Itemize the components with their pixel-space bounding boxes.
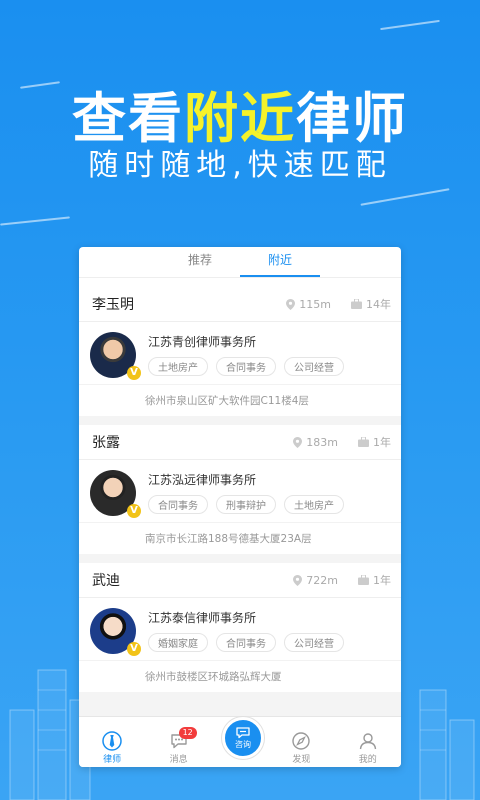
location-pin-icon <box>293 574 303 586</box>
lawyer-card-body: V 江苏青创律师事务所 土地房产 合同事务 公司经营 <box>79 322 401 384</box>
avatar: V <box>90 608 141 656</box>
practice-tag: 公司经营 <box>284 357 344 376</box>
lawyer-distance: 115m <box>299 297 331 311</box>
verified-badge-icon: V <box>127 642 141 656</box>
lawyer-card-body: V 江苏泰信律师事务所 婚姻家庭 合同事务 公司经营 <box>79 598 401 660</box>
avatar: V <box>90 470 141 518</box>
decor-line <box>0 216 70 226</box>
practice-tag: 土地房产 <box>148 357 208 376</box>
verified-badge-icon: V <box>127 504 141 518</box>
lawyer-distance: 722m <box>306 573 338 587</box>
lawyer-card-body: V 江苏泓远律师事务所 合同事务 刑事辩护 土地房产 <box>79 460 401 522</box>
decor-line <box>380 19 440 31</box>
law-firm-name: 江苏泰信律师事务所 <box>148 611 257 625</box>
location-pin-icon <box>293 436 303 448</box>
lawyer-name: 李玉明 <box>92 297 134 313</box>
practice-tag: 合同事务 <box>216 357 276 376</box>
practice-tag: 合同事务 <box>148 495 208 514</box>
lawyer-card-header: 张露 183m 1年 <box>79 425 401 460</box>
lawyer-card[interactable]: 李玉明 115m 14年 V 江苏青创律师事务所 土地房产 合同事务 公司经营 … <box>79 287 401 416</box>
lawyer-years: 14年 <box>366 298 391 311</box>
lawyer-meta: 115m 14年 <box>286 296 391 312</box>
nav-mine[interactable]: 我的 <box>338 731 398 765</box>
message-count-badge: 12 <box>178 727 197 739</box>
lawyer-address: 徐州市鼓楼区环城路弘辉大厦 <box>79 660 401 692</box>
practice-area-tags: 土地房产 合同事务 公司经营 <box>148 357 391 376</box>
practice-tag: 土地房产 <box>284 495 344 514</box>
compass-icon <box>292 732 311 750</box>
law-firm-name: 江苏青创律师事务所 <box>148 335 257 349</box>
lawyer-name: 张露 <box>92 435 120 451</box>
lawyer-years: 1年 <box>373 574 391 587</box>
tab-nearby[interactable]: 附近 <box>240 247 320 277</box>
practice-tag: 公司经营 <box>284 633 344 652</box>
lawyer-meta: 722m 1年 <box>293 572 391 588</box>
practice-tag: 婚姻家庭 <box>148 633 208 652</box>
bottom-navigation: 律师 12 消息 发现 我的 咨询 <box>79 716 401 767</box>
nav-message-label: 消息 <box>169 755 188 765</box>
location-pin-icon <box>286 298 296 310</box>
lawyer-tie-icon <box>102 731 122 751</box>
lawyer-address: 南京市长江路188号德基大厦23A层 <box>79 522 401 554</box>
app-screen-card: 推荐 附近 李玉明 115m 14年 V 江苏青创律师事务所 土地房产 合同事务… <box>79 247 401 767</box>
lawyer-card[interactable]: 张露 183m 1年 V 江苏泓远律师事务所 合同事务 刑事辩护 土地房产 南京… <box>79 425 401 554</box>
decor-line <box>360 188 450 206</box>
consult-label: 咨询 <box>235 739 251 749</box>
consult-button[interactable]: 咨询 <box>222 717 264 759</box>
law-firm-name: 江苏泓远律师事务所 <box>148 473 257 487</box>
nav-lawyer[interactable]: 律师 <box>82 731 142 765</box>
nav-discover-label: 发现 <box>292 755 311 765</box>
briefcase-icon <box>358 437 369 447</box>
nav-discover[interactable]: 发现 <box>271 731 331 765</box>
lawyer-years: 1年 <box>373 436 391 449</box>
lawyer-meta: 183m 1年 <box>293 434 391 450</box>
nav-lawyer-label: 律师 <box>103 755 122 765</box>
verified-badge-icon: V <box>127 366 141 380</box>
lawyer-card[interactable]: 武迪 722m 1年 V 江苏泰信律师事务所 婚姻家庭 合同事务 公司经营 徐州… <box>79 563 401 692</box>
consult-icon <box>236 726 250 738</box>
person-icon <box>359 733 376 750</box>
lawyer-name: 武迪 <box>92 573 120 589</box>
practice-tag: 合同事务 <box>216 633 276 652</box>
practice-tag: 刑事辩护 <box>216 495 276 514</box>
lawyer-address: 徐州市泉山区矿大软件园C11楼4层 <box>79 384 401 416</box>
avatar: V <box>90 332 141 380</box>
practice-area-tags: 婚姻家庭 合同事务 公司经营 <box>148 633 391 652</box>
lawyer-list: 李玉明 115m 14年 V 江苏青创律师事务所 土地房产 合同事务 公司经营 … <box>79 287 401 719</box>
lawyer-card-header: 李玉明 115m 14年 <box>79 287 401 322</box>
practice-area-tags: 合同事务 刑事辩护 土地房产 <box>148 495 391 514</box>
nav-message[interactable]: 12 消息 <box>149 727 209 765</box>
hero-subtitle: 随时随地,快速匹配 <box>88 148 392 183</box>
briefcase-icon <box>351 299 362 309</box>
tab-bar: 推荐 附近 <box>79 247 401 278</box>
briefcase-icon <box>358 575 369 585</box>
lawyer-card-header: 武迪 722m 1年 <box>79 563 401 598</box>
nav-mine-label: 我的 <box>358 755 377 765</box>
lawyer-distance: 183m <box>306 435 338 449</box>
tab-recommended[interactable]: 推荐 <box>160 247 240 277</box>
